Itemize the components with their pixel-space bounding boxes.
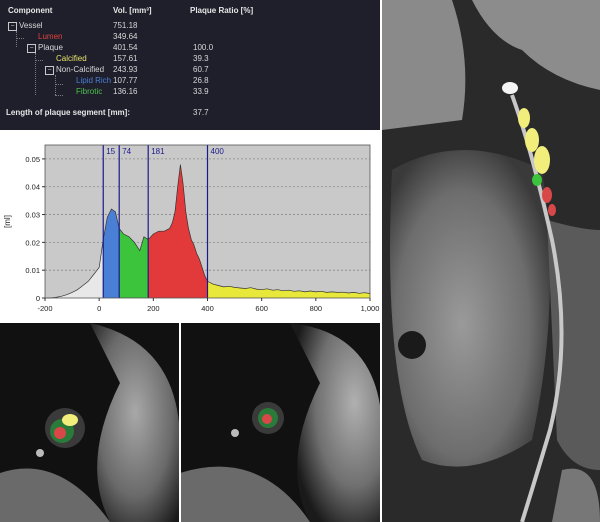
plaque-length-value: 37.7 (193, 108, 209, 117)
row-volume: 136.16 (113, 87, 138, 96)
row-volume: 349.64 (113, 32, 138, 41)
table-row: Fibrotic 136.16 33.9 (0, 86, 382, 97)
x-tick-label: 800 (310, 304, 323, 313)
ct-curved-mpr-view (382, 0, 600, 522)
ct-cross-section-left-image (0, 323, 180, 522)
table-row: Calcified 157.61 39.3 (0, 53, 382, 64)
table-row: Lumen 349.64 (0, 31, 382, 42)
row-volume: 157.61 (113, 54, 138, 63)
row-label: Lipid Rich (76, 76, 112, 85)
row-label: Vessel (19, 21, 43, 30)
collapse-icon[interactable]: − (8, 22, 17, 31)
header-plaque-ratio: Plaque Ratio [%] (190, 6, 254, 15)
row-plaque-ratio: 60.7 (193, 65, 209, 74)
threshold-label: 15 (106, 147, 115, 156)
y-axis-label: [ml] (3, 215, 12, 228)
table-row: Lipid Rich 107.77 26.8 (0, 75, 382, 86)
ct-cross-section-right (180, 323, 382, 522)
panel-divider (0, 321, 380, 323)
row-volume: 107.77 (113, 76, 138, 85)
plaque-table-panel: Component Vol. [mm³] Plaque Ratio [%] − V… (0, 0, 382, 130)
x-tick-label: 1,000 (361, 304, 380, 313)
plaque-length-row: Length of plaque segment [mm]: 37.7 (0, 107, 382, 118)
x-tick-label: 200 (147, 304, 160, 313)
threshold-label: 181 (151, 147, 165, 156)
panel-divider (179, 323, 181, 522)
header-component: Component (8, 6, 53, 15)
y-tick-label: 0 (36, 294, 40, 303)
table-row: − Vessel 751.18 (0, 20, 382, 31)
y-tick-label: 0.03 (25, 211, 40, 220)
row-volume: 401.54 (113, 43, 138, 52)
row-volume: 243.93 (113, 65, 138, 74)
ct-cross-section-left (0, 323, 180, 522)
plaque-length-label: Length of plaque segment [mm]: (6, 108, 130, 117)
collapse-icon[interactable]: − (27, 44, 36, 53)
x-tick-label: 600 (255, 304, 268, 313)
table-row: − Non-Calcified 243.93 60.7 (0, 64, 382, 75)
collapse-icon[interactable]: − (45, 66, 54, 75)
hu-histogram-chart: 15 74 181 400-200 0 200 400 600 800 1,00000.010.0… (3, 144, 380, 313)
header-volume: Vol. [mm³] (113, 6, 152, 15)
x-tick-label: -200 (37, 304, 52, 313)
row-plaque-ratio: 33.9 (193, 87, 209, 96)
row-label: Plaque (38, 43, 63, 52)
row-plaque-ratio: 39.3 (193, 54, 209, 63)
y-tick-label: 0.01 (25, 266, 40, 275)
row-label: Fibrotic (76, 87, 103, 96)
x-tick-label: 400 (201, 304, 214, 313)
panel-divider (380, 0, 382, 522)
row-plaque-ratio: 26.8 (193, 76, 209, 85)
row-label: Non-Calcified (56, 65, 105, 74)
row-volume: 751.18 (113, 21, 138, 30)
x-tick-label: 0 (97, 304, 101, 313)
table-row: − Plaque 401.54 100.0 (0, 42, 382, 53)
y-tick-label: 0.05 (25, 155, 40, 164)
row-plaque-ratio: 100.0 (193, 43, 214, 52)
ct-cross-section-right-image (180, 323, 382, 522)
ct-curved-mpr-image (382, 0, 600, 522)
y-tick-label: 0.02 (25, 238, 40, 247)
hu-histogram-panel: 15 74 181 400 -200 0 200 400 600 800 1,000 0 0.01 0.0… (0, 130, 382, 323)
row-label: Lumen (38, 32, 63, 41)
y-tick-label: 0.04 (25, 183, 40, 192)
threshold-label: 400 (211, 147, 225, 156)
threshold-label: 74 (122, 147, 131, 156)
row-label: Calcified (56, 54, 87, 63)
